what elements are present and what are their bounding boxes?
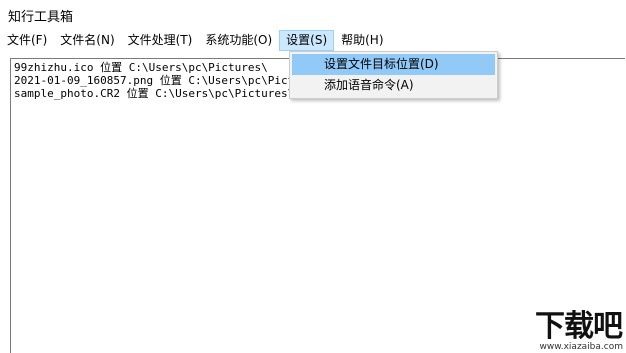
title-bar: 知行工具箱 <box>0 0 626 30</box>
watermark-url: www.xiazaiba.com <box>539 342 623 352</box>
menu-file[interactable]: 文件(F) <box>1 30 53 51</box>
menu-file-process[interactable]: 文件处理(T) <box>122 30 199 51</box>
window-title: 知行工具箱 <box>8 10 74 25</box>
menu-help[interactable]: 帮助(H) <box>335 30 389 51</box>
watermark-logo: 下载吧 www.xiazaiba.com <box>488 297 626 353</box>
menu-settings[interactable]: 设置(S) <box>279 30 335 51</box>
watermark-brand: 下载吧 <box>535 309 623 344</box>
add-voice-command-item[interactable]: 添加语音命令(A) <box>292 75 495 96</box>
set-target-location-item[interactable]: 设置文件目标位置(D) <box>292 54 495 75</box>
menu-system[interactable]: 系统功能(O) <box>199 30 278 51</box>
menu-filename[interactable]: 文件名(N) <box>54 30 120 51</box>
settings-dropdown: 设置文件目标位置(D) 添加语音命令(A) <box>289 51 498 99</box>
menu-bar: 文件(F) 文件名(N) 文件处理(T) 系统功能(O) 设置(S) 帮助(H) <box>0 30 626 51</box>
